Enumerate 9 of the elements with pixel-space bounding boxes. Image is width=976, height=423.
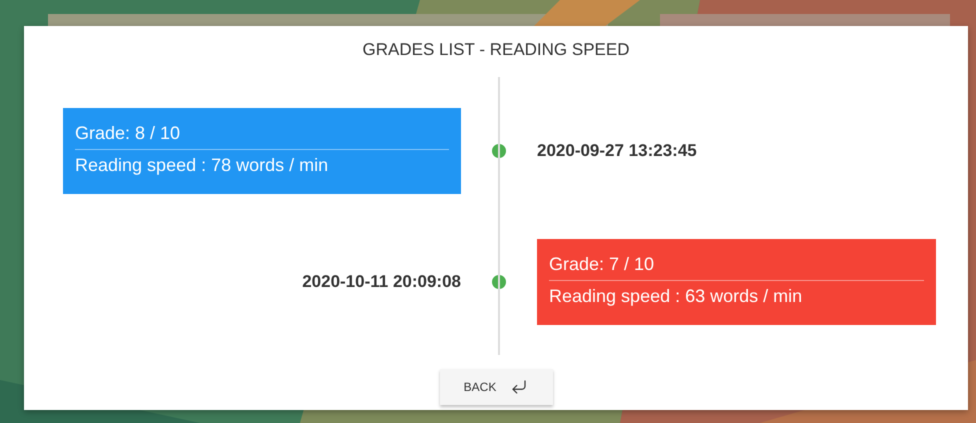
- date-text: 2020-09-27 13:23:45: [537, 141, 697, 161]
- dialog-title: GRADES LIST - READING SPEED: [362, 40, 630, 60]
- grade-text: Grade: 8 / 10: [75, 122, 182, 145]
- grade-text: Grade: 7 / 10: [549, 253, 656, 276]
- back-button[interactable]: BACK: [440, 369, 552, 405]
- reading-speed-text: Reading speed : 78 words / min: [75, 154, 330, 177]
- return-arrow-icon: [510, 378, 528, 396]
- date-text: 2020-10-11 20:09:08: [302, 272, 461, 292]
- reading-speed-text: Reading speed : 63 words / min: [549, 285, 804, 308]
